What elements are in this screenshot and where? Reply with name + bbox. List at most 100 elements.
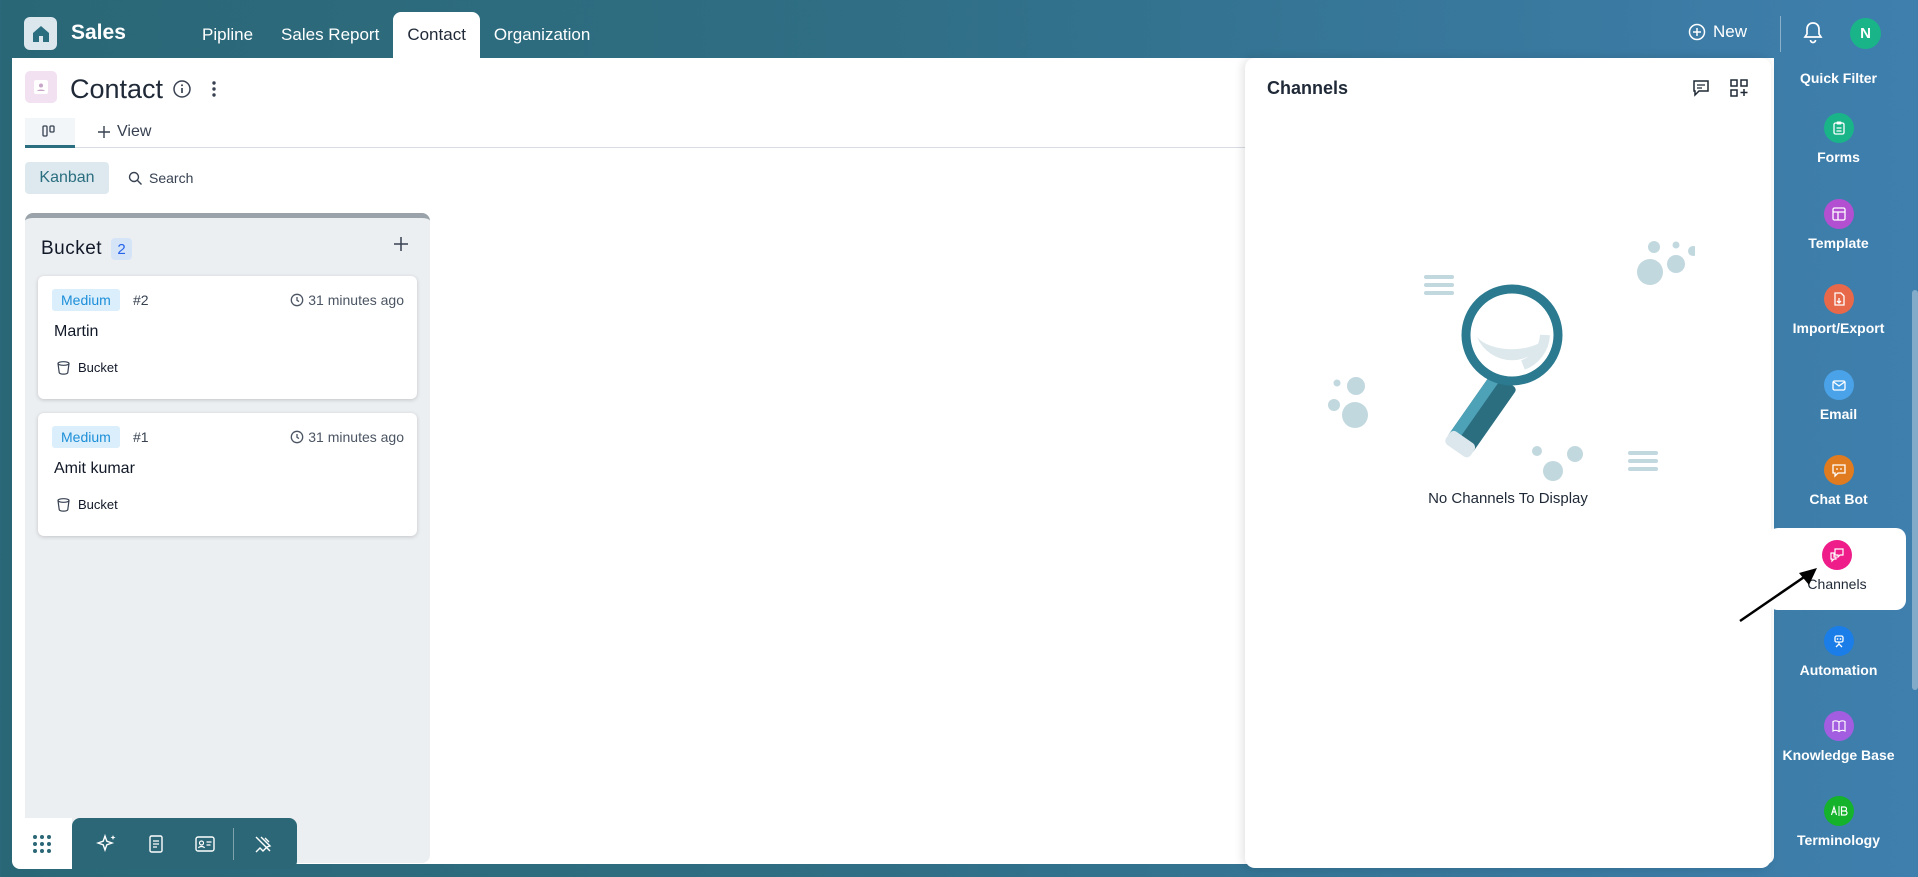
kanban-card[interactable]: Medium #2 31 minutes ago Martin Bucket [38,276,417,399]
card-timestamp: 31 minutes ago [290,292,404,308]
bucket-icon [57,498,70,512]
card-bucket: Bucket [56,360,118,375]
ab-icon [1823,796,1854,826]
priority-badge: Medium [52,426,120,448]
sidebar-item-email[interactable]: Email [1771,370,1906,454]
sidebar-item-label: Automation [1799,662,1878,678]
sidebar-item-automation[interactable]: Automation [1771,626,1906,710]
sidebar-item-label: Template [1808,235,1869,251]
mail-icon [1823,370,1854,400]
message-square-icon [1693,80,1709,97]
sidebar-item-template[interactable]: Template [1771,199,1906,283]
contact-page-icon [25,71,57,103]
kanban-button[interactable]: Kanban [25,162,109,194]
add-widget-button[interactable] [1729,78,1749,103]
ai-sparkle-button[interactable] [82,824,131,864]
kanban-column: Bucket 2 Medium #2 31 minutes ago Martin [25,213,430,863]
sidebar-item-forms[interactable]: Forms [1771,113,1906,197]
right-sidebar: Quick Filter Forms Template Import/Expor… [1768,58,1906,868]
top-bar: Sales Pipline Sales Report Contact Organ… [0,0,1918,58]
home-icon [32,25,49,42]
sidebar-item-label: Chat Bot [1809,491,1868,507]
sidebar-item-label: Knowledge Base [1782,747,1895,763]
plus-icon [394,237,408,251]
pin-off-icon [255,836,271,852]
user-avatar[interactable]: N [1850,18,1881,49]
sidebar-item-label: Terminology [1797,832,1880,848]
tab-sales-report[interactable]: Sales Report [267,12,393,58]
sidebar-item-label: Email [1819,406,1858,422]
tab-pipeline[interactable]: Pipline [188,12,267,58]
card-name: Amit kumar [54,460,135,477]
document-icon [148,834,163,853]
main-nav: Pipline Sales Report Contact Organizatio… [188,12,604,58]
kanban-icon [42,124,55,137]
column-count-badge: 2 [111,238,132,260]
card-bucket-label: Bucket [78,497,118,512]
kanban-card[interactable]: Medium #1 31 minutes ago Amit kumar Buck… [38,413,417,536]
pointer-arrow-icon [1739,568,1817,623]
clipboard-icon [1823,113,1854,143]
plus-icon [98,126,110,138]
app-name: Sales [71,21,126,44]
kanban-view-tab[interactable] [25,118,75,148]
sidebar-item-label: Import/Export [1792,320,1885,336]
sidebar-item-quick-filter[interactable]: Quick Filter [1771,70,1906,110]
channels-icon [1822,540,1852,570]
clock-icon [290,293,304,307]
channels-panel: Channels No Channels To Display [1245,58,1771,868]
bottom-dock [12,818,297,869]
card-id: #2 [133,292,149,308]
empty-search-illustration [1328,241,1695,481]
bucket-icon [57,361,70,375]
card-id: #1 [133,429,149,445]
page-title: Contact [70,74,164,104]
plus-circle-icon [1688,23,1706,41]
apps-grid-button[interactable] [12,818,72,869]
view-tabs: View [25,118,1257,148]
more-options-icon[interactable] [204,79,224,104]
sparkle-icon [95,833,115,852]
new-button[interactable]: New [1688,22,1747,42]
info-icon[interactable] [172,79,192,104]
book-icon [1823,711,1854,741]
card-timestamp: 31 minutes ago [290,429,404,445]
tab-organization[interactable]: Organization [480,12,604,58]
id-card-icon [194,835,215,852]
new-button-label: New [1713,22,1748,41]
contact-card-button[interactable] [180,824,229,864]
sidebar-item-terminology[interactable]: Terminology [1771,796,1906,877]
add-card-button[interactable] [392,235,410,258]
panel-title: Channels [1267,78,1349,98]
sidebar-item-chat-bot[interactable]: Chat Bot [1771,455,1906,539]
sidebar-scrollbar[interactable] [1912,290,1918,690]
empty-state-message: No Channels To Display [1428,490,1588,507]
template-icon [1823,199,1854,229]
notes-button[interactable] [131,824,180,864]
unpin-button[interactable] [238,824,287,864]
search-icon [128,171,142,185]
bell-icon [1803,22,1823,44]
file-transfer-icon [1823,284,1854,314]
sidebar-item-import-export[interactable]: Import/Export [1771,284,1906,368]
card-bucket: Bucket [56,497,118,512]
search-label: Search [149,170,194,186]
tab-contact[interactable]: Contact [393,12,480,58]
card-name: Martin [54,323,99,340]
clock-icon [290,430,304,444]
search-button[interactable]: Search [128,170,193,186]
add-view-button[interactable]: View [97,123,151,141]
sidebar-item-label: Forms [1817,149,1860,165]
priority-badge: Medium [52,289,120,311]
grid-plus-icon [1730,79,1748,97]
card-time-text: 31 minutes ago [308,429,404,445]
divider [1780,16,1781,52]
grid-dots-icon [33,834,51,853]
sidebar-item-knowledge-base[interactable]: Knowledge Base [1771,711,1906,795]
chat-button[interactable] [1691,78,1711,103]
divider [233,827,234,860]
home-button[interactable] [24,17,57,50]
card-bucket-label: Bucket [78,360,118,375]
notifications-button[interactable] [1802,20,1824,49]
card-time-text: 31 minutes ago [308,292,404,308]
